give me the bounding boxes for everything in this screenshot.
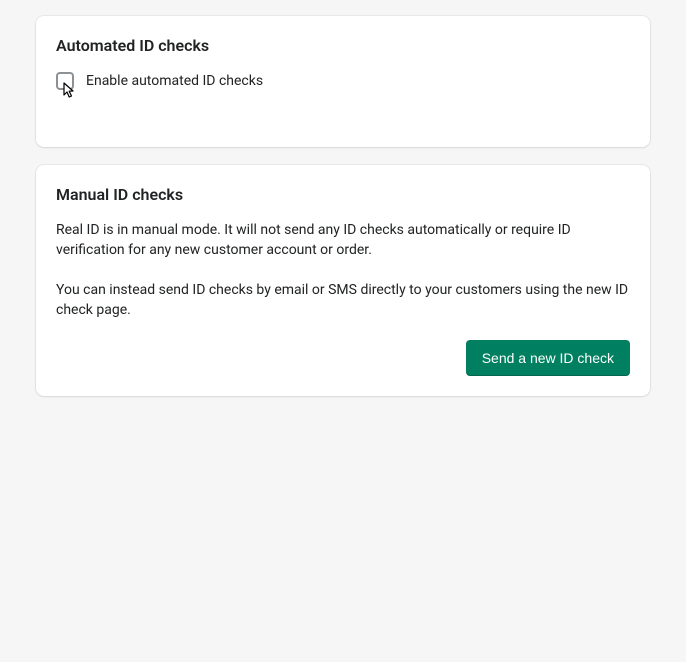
automated-id-checks-card: Automated ID checks Enable automated ID … bbox=[36, 16, 650, 147]
manual-card-title: Manual ID checks bbox=[56, 185, 630, 204]
cursor-icon bbox=[62, 82, 78, 100]
automated-card-title: Automated ID checks bbox=[56, 36, 630, 55]
checkbox-row: Enable automated ID checks bbox=[56, 71, 630, 127]
manual-description-1: Real ID is in manual mode. It will not s… bbox=[56, 220, 630, 260]
manual-id-checks-card: Manual ID checks Real ID is in manual mo… bbox=[36, 165, 650, 396]
enable-automated-checkbox[interactable] bbox=[56, 72, 74, 90]
enable-automated-checkbox-label: Enable automated ID checks bbox=[86, 71, 263, 91]
manual-description-2: You can instead send ID checks by email … bbox=[56, 280, 630, 320]
send-new-id-check-button[interactable]: Send a new ID check bbox=[466, 340, 630, 376]
button-row: Send a new ID check bbox=[56, 340, 630, 376]
